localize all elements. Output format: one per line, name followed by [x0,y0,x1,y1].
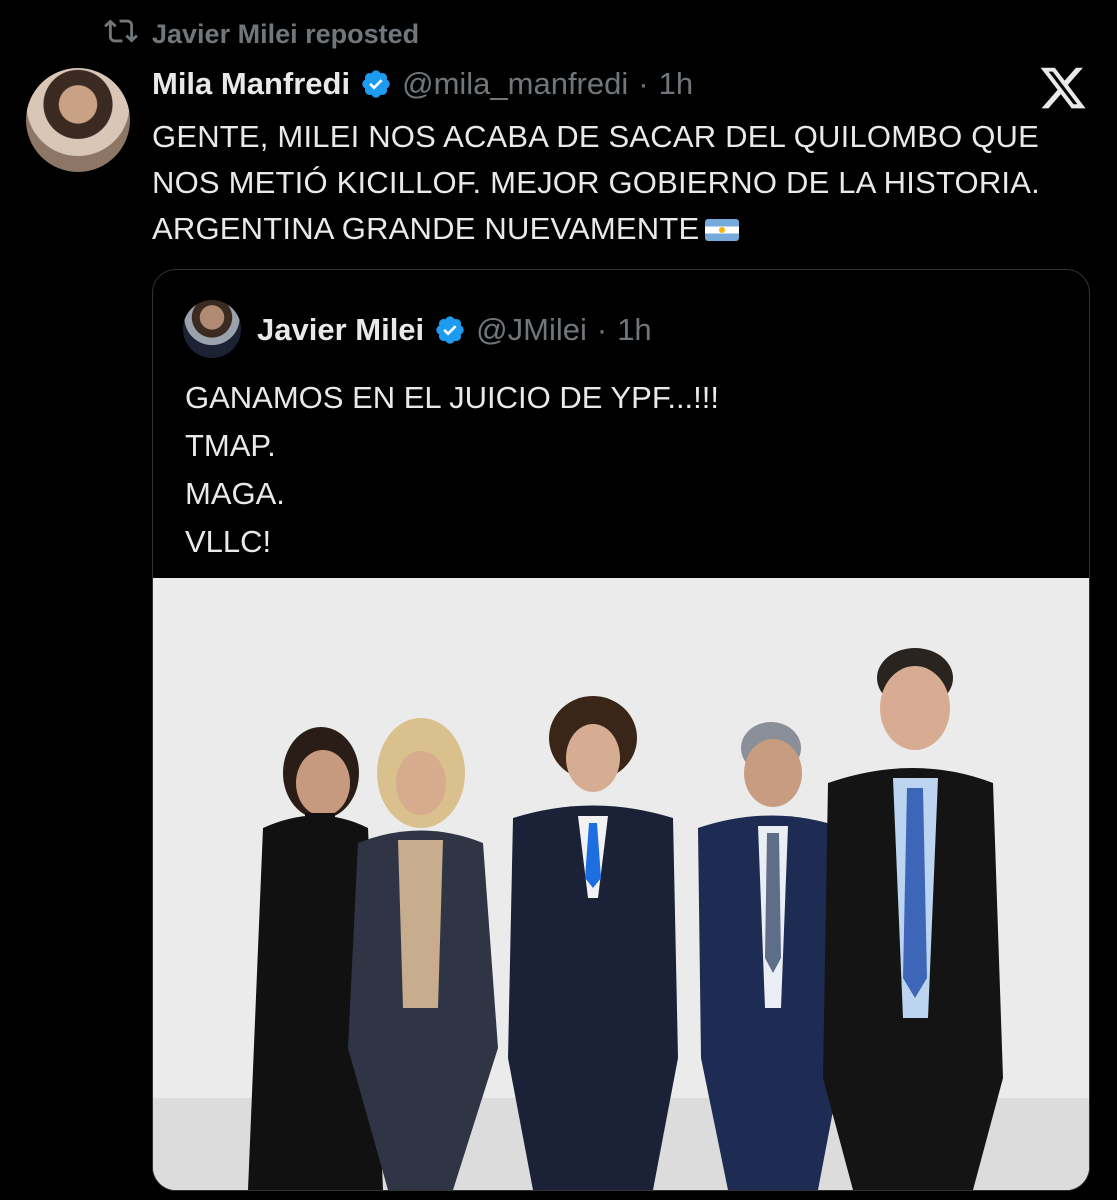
argentina-flag-icon [705,219,740,241]
tweet-header: Mila Manfredi @mila_manfredi · 1h [152,64,693,104]
author-name[interactable]: Mila Manfredi [152,66,350,102]
separator-dot: · [638,66,649,101]
quoted-tweet-card[interactable]: Javier Milei @JMilei · 1h GANAMOS EN EL … [152,269,1090,1191]
quoted-line: GANAMOS EN EL JUICIO DE YPF...!!! [185,380,720,415]
quoted-line: TMAP. [185,428,276,463]
verified-badge-icon [360,68,392,100]
x-logo-icon [1038,62,1088,114]
repost-icon [104,14,138,55]
quoted-author-avatar[interactable] [183,300,241,358]
quoted-author-name[interactable]: Javier Milei [257,312,424,348]
separator-dot: · [596,312,608,347]
timestamp[interactable]: 1h [659,66,693,102]
quoted-line: MAGA. [185,476,285,511]
tweet-body: GENTE, MILEI NOS ACABA DE SACAR DEL QUIL… [152,119,1040,246]
repost-label: Javier Milei reposted [152,18,420,49]
tweet-text: GENTE, MILEI NOS ACABA DE SACAR DEL QUIL… [152,114,1052,252]
quoted-line: VLLC! [185,524,272,559]
verified-badge-icon [434,314,466,346]
repost-indicator: Javier Milei reposted [104,16,419,52]
quoted-tweet-text: GANAMOS EN EL JUICIO DE YPF...!!! TMAP. … [185,374,1065,566]
quoted-tweet-header: Javier Milei @JMilei · 1h [257,310,652,350]
group-photo-illustration [153,578,1089,1190]
author-avatar[interactable] [26,68,130,172]
quoted-timestamp[interactable]: 1h [617,312,651,348]
quoted-author-handle[interactable]: @JMilei [476,312,587,348]
author-handle[interactable]: @mila_manfredi [402,66,628,102]
quoted-tweet-photo[interactable] [153,578,1089,1190]
